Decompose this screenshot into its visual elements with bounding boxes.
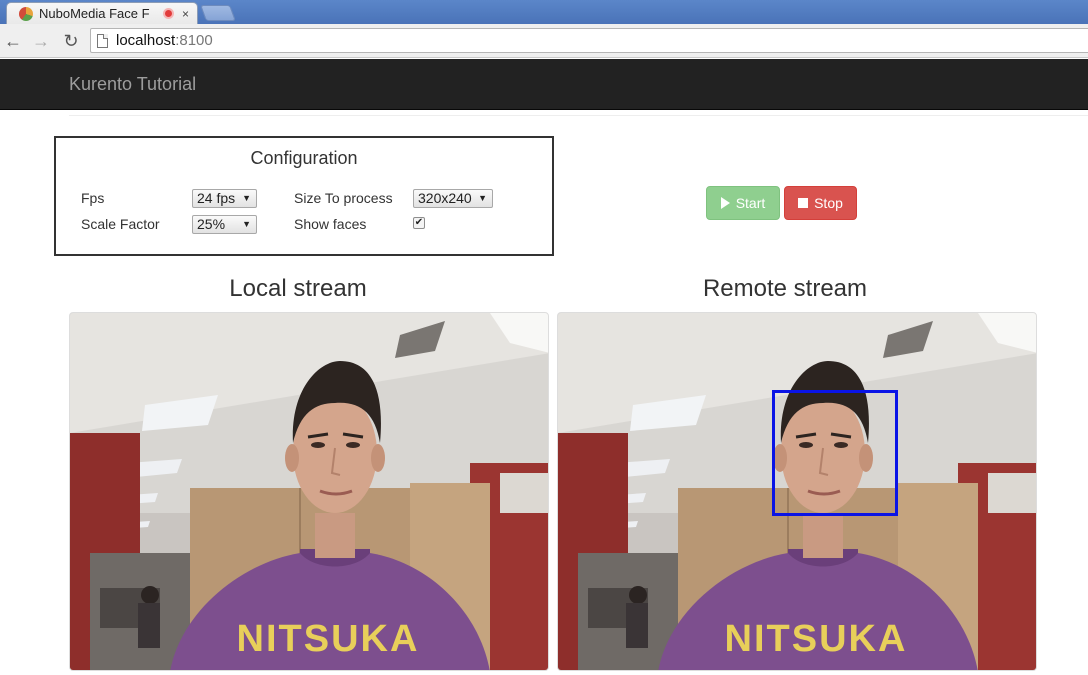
scale-select[interactable]: 25% ▼ — [192, 215, 257, 234]
scale-label: Scale Factor — [81, 216, 160, 232]
forward-arrow-icon[interactable]: → — [30, 30, 52, 52]
start-label: Start — [735, 195, 766, 211]
fps-select[interactable]: 24 fps ▼ — [192, 189, 257, 208]
tab-close-icon[interactable]: × — [182, 7, 189, 21]
page-navbar: Kurento Tutorial — [0, 59, 1088, 110]
url-host: localhost — [116, 32, 176, 49]
navbar-brand[interactable]: Kurento Tutorial — [69, 74, 196, 95]
recording-icon — [162, 8, 174, 19]
tab-title: NuboMedia Face F — [39, 6, 150, 21]
scale-select-value: 25% — [197, 216, 226, 232]
size-label: Size To process — [294, 190, 393, 206]
show-faces-label: Show faces — [294, 216, 367, 232]
configuration-panel: Configuration Fps 24 fps ▼ Size To proce… — [54, 136, 554, 256]
stop-icon — [798, 198, 809, 208]
chevron-down-icon: ▼ — [242, 219, 251, 229]
size-select[interactable]: 320x240 ▼ — [413, 189, 493, 208]
remote-video[interactable] — [557, 312, 1037, 671]
fps-label: Fps — [81, 190, 105, 206]
new-tab-button[interactable] — [200, 5, 236, 21]
fps-select-value: 24 fps — [197, 190, 236, 206]
configuration-title: Configuration — [250, 148, 358, 168]
detected-face-box — [772, 390, 898, 516]
chevron-down-icon: ▼ — [242, 193, 251, 203]
start-button[interactable]: Start — [706, 186, 780, 220]
chevron-down-icon: ▼ — [478, 193, 487, 203]
show-faces-checkbox[interactable]: ✔ — [413, 217, 425, 229]
local-stream-title: Local stream — [229, 275, 367, 302]
reload-icon[interactable]: ↻ — [60, 30, 82, 52]
url-port: :8100 — [175, 32, 213, 49]
size-select-value: 320x240 — [418, 190, 472, 206]
local-video-frame — [70, 313, 549, 671]
back-arrow-icon[interactable]: ← — [2, 30, 24, 52]
favicon-icon — [19, 6, 33, 21]
browser-toolbar: ← → ↻ localhost :8100 — [0, 24, 1088, 58]
remote-stream-title: Remote stream — [702, 275, 868, 302]
play-icon — [720, 197, 730, 209]
browser-tabstrip: NuboMedia Face F × — [0, 0, 1088, 24]
address-bar[interactable]: localhost :8100 — [90, 28, 1088, 53]
page-icon — [97, 33, 108, 48]
local-video[interactable] — [69, 312, 549, 671]
stop-button[interactable]: Stop — [784, 186, 857, 220]
stop-label: Stop — [814, 195, 843, 211]
divider — [69, 115, 1088, 116]
browser-tab[interactable]: NuboMedia Face F × — [6, 2, 198, 24]
